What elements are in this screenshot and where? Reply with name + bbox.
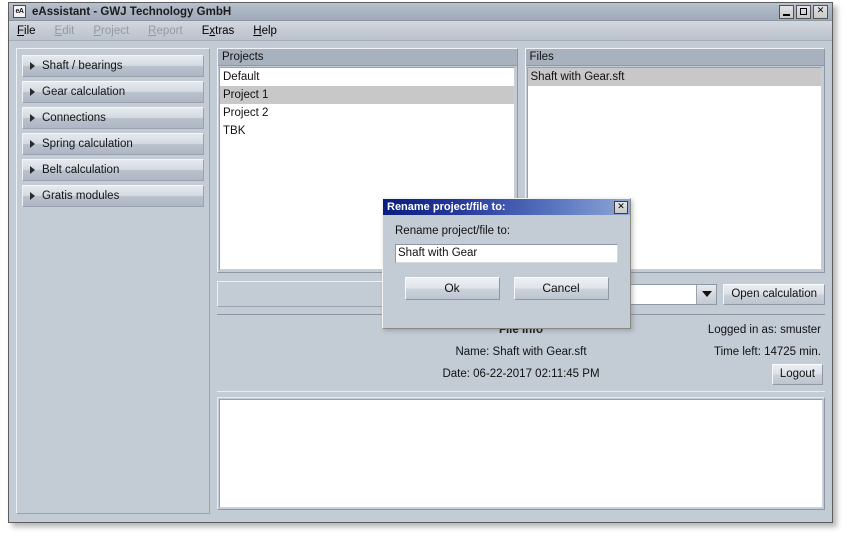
file-date-value: Date: 06-22-2017 02:11:45 PM <box>217 368 825 380</box>
triangle-right-icon <box>30 166 35 174</box>
close-button[interactable]: ✕ <box>813 5 828 19</box>
rename-dialog-content: Rename project/file to: Ok Cancel <box>383 215 630 300</box>
rename-dialog-close-button[interactable]: ✕ <box>614 201 628 214</box>
window-title: eAssistant - GWJ Technology GmbH <box>32 6 231 18</box>
triangle-right-icon <box>30 192 35 200</box>
list-item[interactable]: Project 2 <box>220 104 514 122</box>
ok-button[interactable]: Ok <box>405 277 500 300</box>
rename-dialog-buttons: Ok Cancel <box>395 277 618 300</box>
menu-item-extras[interactable]: Extras <box>202 25 246 37</box>
logged-in-status: Logged in as: smuster <box>708 324 825 336</box>
triangle-right-icon <box>30 62 35 70</box>
chevron-down-icon[interactable] <box>696 285 716 304</box>
minimize-button[interactable] <box>779 5 794 19</box>
output-panel[interactable] <box>219 399 823 508</box>
sidebar-item-gratis-modules[interactable]: Gratis modules <box>22 185 204 207</box>
minimize-icon <box>783 14 790 16</box>
files-panel-header: Files <box>526 49 825 66</box>
maximize-button[interactable] <box>796 5 811 19</box>
sidebar-item-label: Spring calculation <box>42 138 133 150</box>
menu-item-file[interactable]: File <box>17 25 47 37</box>
time-left-status: Time left: 14725 min. <box>714 346 825 358</box>
maximize-icon <box>800 8 807 15</box>
window-controls: ✕ <box>779 5 830 19</box>
sidebar-item-label: Shaft / bearings <box>42 60 123 72</box>
close-icon: ✕ <box>617 203 625 212</box>
rename-dialog-title: Rename project/file to: <box>387 201 506 213</box>
logout-button-wrap: Logout <box>772 364 825 385</box>
triangle-right-icon <box>30 140 35 148</box>
sidebar-item-label: Belt calculation <box>42 164 119 176</box>
list-item[interactable]: Project 1 <box>220 86 514 104</box>
rename-dialog-label: Rename project/file to: <box>395 225 618 237</box>
title-bar: eA eAssistant - GWJ Technology GmbH ✕ <box>9 3 832 21</box>
menu-item-report[interactable]: Report <box>148 25 194 37</box>
application-window: eA eAssistant - GWJ Technology GmbH ✕ Fi… <box>8 2 833 523</box>
sidebar-item-label: Gratis modules <box>42 190 119 202</box>
chevron-down-glyph <box>702 291 712 297</box>
sidebar-item-connections[interactable]: Connections <box>22 107 204 129</box>
sidebar-item-shaft-bearings[interactable]: Shaft / bearings <box>22 55 204 77</box>
list-item[interactable]: Shaft with Gear.sft <box>528 68 822 86</box>
sidebar: Shaft / bearings Gear calculation Connec… <box>16 48 210 514</box>
sidebar-item-gear-calculation[interactable]: Gear calculation <box>22 81 204 103</box>
menu-item-edit[interactable]: Edit <box>55 25 86 37</box>
rename-dialog: Rename project/file to: ✕ Rename project… <box>382 198 631 329</box>
output-panel-frame <box>217 397 825 510</box>
app-icon: eA <box>13 5 26 18</box>
sidebar-item-label: Connections <box>42 112 106 124</box>
menu-item-help[interactable]: Help <box>253 25 288 37</box>
sidebar-item-spring-calculation[interactable]: Spring calculation <box>22 133 204 155</box>
file-info-line: Date: 06-22-2017 02:11:45 PM Logout <box>217 363 825 385</box>
sidebar-item-belt-calculation[interactable]: Belt calculation <box>22 159 204 181</box>
cancel-button[interactable]: Cancel <box>514 277 609 300</box>
close-icon: ✕ <box>814 6 827 18</box>
menu-bar: File Edit Project Report Extras Help <box>9 21 832 41</box>
triangle-right-icon <box>30 114 35 122</box>
list-item[interactable]: TBK <box>220 122 514 140</box>
rename-input[interactable] <box>395 244 618 263</box>
file-info-line: Name: Shaft with Gear.sft Time left: 147… <box>217 341 825 363</box>
open-calculation-button[interactable]: Open calculation <box>723 284 825 305</box>
rename-dialog-title-bar: Rename project/file to: ✕ <box>383 199 630 215</box>
list-item[interactable]: Default <box>220 68 514 86</box>
projects-panel-header: Projects <box>218 49 517 66</box>
menu-item-project[interactable]: Project <box>93 25 140 37</box>
sidebar-item-label: Gear calculation <box>42 86 125 98</box>
logout-button[interactable]: Logout <box>772 364 823 385</box>
triangle-right-icon <box>30 88 35 96</box>
